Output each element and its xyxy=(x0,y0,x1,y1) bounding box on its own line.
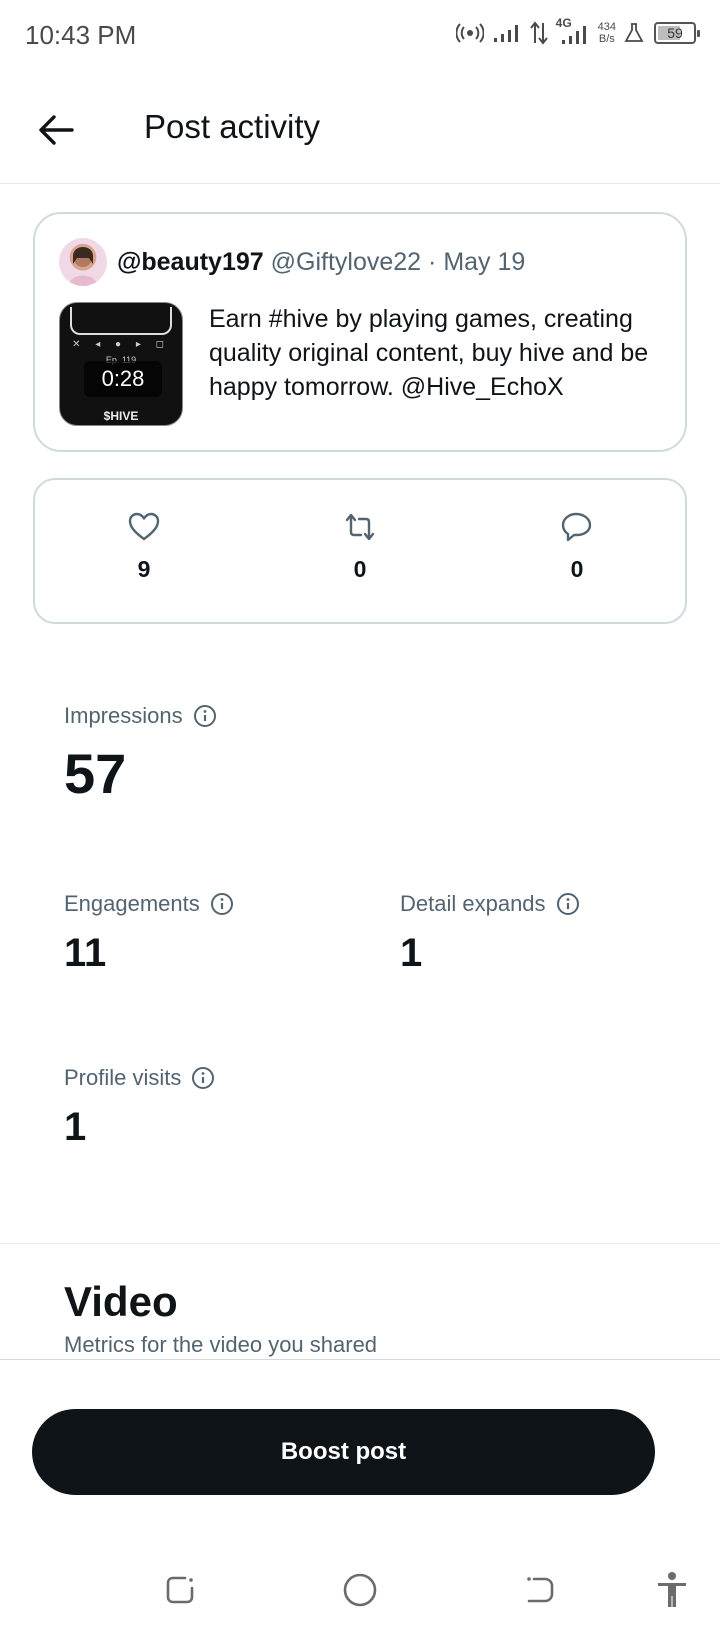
engagements-label: Engagements xyxy=(64,891,234,917)
net-speed: 434 B/s xyxy=(598,21,616,45)
post-card[interactable]: @beauty197 @Giftylove22 · May 19 ✕ ◂ ● ▸… xyxy=(33,212,687,452)
duration-badge: 0:28 xyxy=(84,361,162,397)
signal-4g-icon xyxy=(561,26,586,44)
battery-text: 59 xyxy=(667,25,683,41)
accessibility-button[interactable] xyxy=(650,1568,694,1612)
back-button[interactable] xyxy=(30,104,82,156)
screen: 10:43 PM 4G 434 B/s 59 Post activity @be… xyxy=(0,0,720,1640)
repost-icon xyxy=(345,513,375,541)
info-icon[interactable] xyxy=(210,892,234,916)
accessibility-icon xyxy=(658,1572,686,1607)
profile-visits-metric: Profile visits 1 xyxy=(64,1065,215,1150)
detail-expands-label-text: Detail expands xyxy=(400,891,546,916)
battery-icon: 59 xyxy=(654,22,700,44)
net-speed-value: 434 xyxy=(597,21,616,33)
engagement-card: 9 0 0 xyxy=(33,478,687,624)
avatar[interactable] xyxy=(59,238,107,286)
post-meta: @beauty197 @Giftylove22 · May 19 xyxy=(117,248,525,277)
profile-visits-value: 1 xyxy=(64,1105,87,1149)
data-transfer-icon xyxy=(529,21,548,45)
heart-icon xyxy=(128,512,160,541)
reposts-count: 0 xyxy=(353,556,367,582)
home-circle-icon xyxy=(343,1573,377,1607)
detail-expands-value: 1 xyxy=(400,931,423,975)
impressions-value: 57 xyxy=(64,742,127,805)
likes-stat[interactable]: 9 xyxy=(104,510,184,583)
engagements-label-text: Engagements xyxy=(64,891,200,916)
engagements-value: 11 xyxy=(64,931,107,975)
info-icon[interactable] xyxy=(556,892,580,916)
back-nav-icon xyxy=(527,1577,554,1603)
detail-expands-label: Detail expands xyxy=(400,891,580,917)
video-section-subtitle: Metrics for the video you shared xyxy=(64,1332,378,1357)
post-handle[interactable]: @Giftylove22 xyxy=(271,248,421,276)
reposts-stat[interactable]: 0 xyxy=(320,510,400,583)
info-icon[interactable] xyxy=(191,1066,215,1090)
boost-post-button[interactable]: Boost post xyxy=(32,1409,655,1495)
signal-4g-group: 4G xyxy=(556,16,590,46)
post-text: Earn #hive by playing games, creating qu… xyxy=(209,305,649,401)
profile-visits-label-text: Profile visits xyxy=(64,1065,182,1090)
video-section-title: Video xyxy=(64,1278,178,1325)
replies-count: 0 xyxy=(570,556,584,582)
signal-icon xyxy=(493,25,518,42)
impressions-label-text: Impressions xyxy=(64,703,183,728)
reply-icon xyxy=(561,512,592,542)
post-author[interactable]: @beauty197 xyxy=(117,248,264,276)
status-icons: 4G 434 B/s 59 xyxy=(455,16,700,46)
thumbnail-caption: $HIVE xyxy=(103,409,139,423)
impressions-metric: Impressions 57 xyxy=(64,703,217,806)
likes-count: 9 xyxy=(137,556,151,582)
system-nav-bar xyxy=(0,1540,720,1640)
net-speed-unit: B/s xyxy=(598,33,615,45)
thumbnail-frame xyxy=(70,307,172,335)
replies-stat[interactable]: 0 xyxy=(537,510,617,583)
section-divider xyxy=(0,1243,720,1244)
engagements-metric: Engagements 11 xyxy=(64,891,234,976)
recents-button[interactable] xyxy=(158,1568,202,1612)
recents-icon xyxy=(166,1576,194,1604)
bottom-action-bar: Boost post xyxy=(0,1359,720,1519)
status-time: 10:43 PM xyxy=(25,20,137,50)
avatar-image xyxy=(69,247,97,286)
video-thumbnail[interactable]: ✕ ◂ ● ▸ ◻ Ep. 119 0:28 $HIVE xyxy=(59,302,183,426)
thumbnail-controls: ✕ ◂ ● ▸ ◻ xyxy=(72,339,170,350)
impressions-label: Impressions xyxy=(64,703,217,729)
app-header: Post activity xyxy=(0,72,720,184)
flask-icon xyxy=(624,23,644,42)
hotspot-icon xyxy=(455,23,484,43)
page-title: Post activity xyxy=(144,108,321,145)
post-separator: · xyxy=(428,248,437,276)
status-bar: 10:43 PM 4G 434 B/s 59 xyxy=(0,0,720,72)
profile-visits-label: Profile visits xyxy=(64,1065,215,1091)
info-icon[interactable] xyxy=(193,704,217,728)
back-nav-button[interactable] xyxy=(518,1568,562,1612)
home-button[interactable] xyxy=(338,1568,382,1612)
arrow-left-icon xyxy=(39,115,74,145)
post-date: May 19 xyxy=(443,248,526,276)
detail-expands-metric: Detail expands 1 xyxy=(400,891,580,976)
